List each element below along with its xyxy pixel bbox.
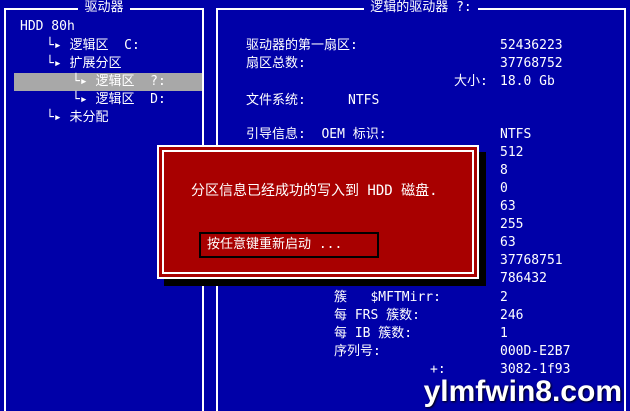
- ib-clusters-value: 1: [500, 326, 508, 341]
- logical-drive-panel-title: 逻辑的驱动器 ?:: [218, 0, 624, 16]
- info-value-5: 255: [500, 217, 524, 232]
- frs-clusters-value: 246: [500, 308, 524, 323]
- tree-item-extended[interactable]: └▸ 扩展分区: [46, 55, 121, 73]
- boot-info-label: 引导信息: OEM 标识:: [246, 127, 387, 142]
- watermark: ylmfwin8.com: [423, 375, 622, 408]
- reboot-button[interactable]: 按任意键重新启动 ...: [199, 232, 379, 258]
- file-system-value: NTFS: [348, 93, 380, 108]
- size-value: 18.0 Gb: [500, 74, 555, 89]
- boot-info-value: NTFS: [500, 127, 532, 142]
- info-value-7: 37768751: [500, 253, 563, 268]
- success-dialog: 分区信息已经成功的写入到 HDD 磁盘. 按任意键重新启动 ...: [157, 145, 479, 279]
- mftmirr-label: 簇 $MFTMirr:: [334, 290, 441, 305]
- tree-item-logical-d[interactable]: └▸ 逻辑区 D:: [72, 91, 166, 109]
- tree-item-logical-c[interactable]: └▸ 逻辑区 C:: [46, 37, 140, 55]
- frs-clusters-label: 每 FRS 簇数:: [334, 308, 420, 323]
- info-value-3: 0: [500, 181, 508, 196]
- serial-number-label: 序列号:: [334, 344, 381, 359]
- serial-number-value: 000D-E2B7: [500, 344, 571, 359]
- dialog-message: 分区信息已经成功的写入到 HDD 磁盘.: [191, 183, 438, 199]
- tree-item-unallocated[interactable]: └▸ 未分配: [46, 109, 108, 127]
- info-value-4: 63: [500, 199, 516, 214]
- info-value-8: 786432: [500, 271, 547, 286]
- info-value-2: 8: [500, 163, 508, 178]
- drives-panel-title: 驱动器: [6, 0, 202, 16]
- file-system-label: 文件系统:: [246, 93, 306, 108]
- total-sectors-value: 37768752: [500, 56, 563, 71]
- tree-item-logical-unknown[interactable]: └▸ 逻辑区 ?:: [14, 73, 202, 91]
- first-sector-value: 52436223: [500, 38, 563, 53]
- tree-item-hdd[interactable]: HDD 80h: [20, 18, 75, 36]
- size-label: 大小:: [454, 74, 488, 89]
- first-sector-label: 驱动器的第一扇区:: [246, 38, 358, 53]
- total-sectors-label: 扇区总数:: [246, 56, 306, 71]
- info-value-6: 63: [500, 235, 516, 250]
- mftmirr-value: 2: [500, 290, 508, 305]
- ib-clusters-label: 每 IB 簇数:: [334, 326, 413, 341]
- info-value-1: 512: [500, 145, 524, 160]
